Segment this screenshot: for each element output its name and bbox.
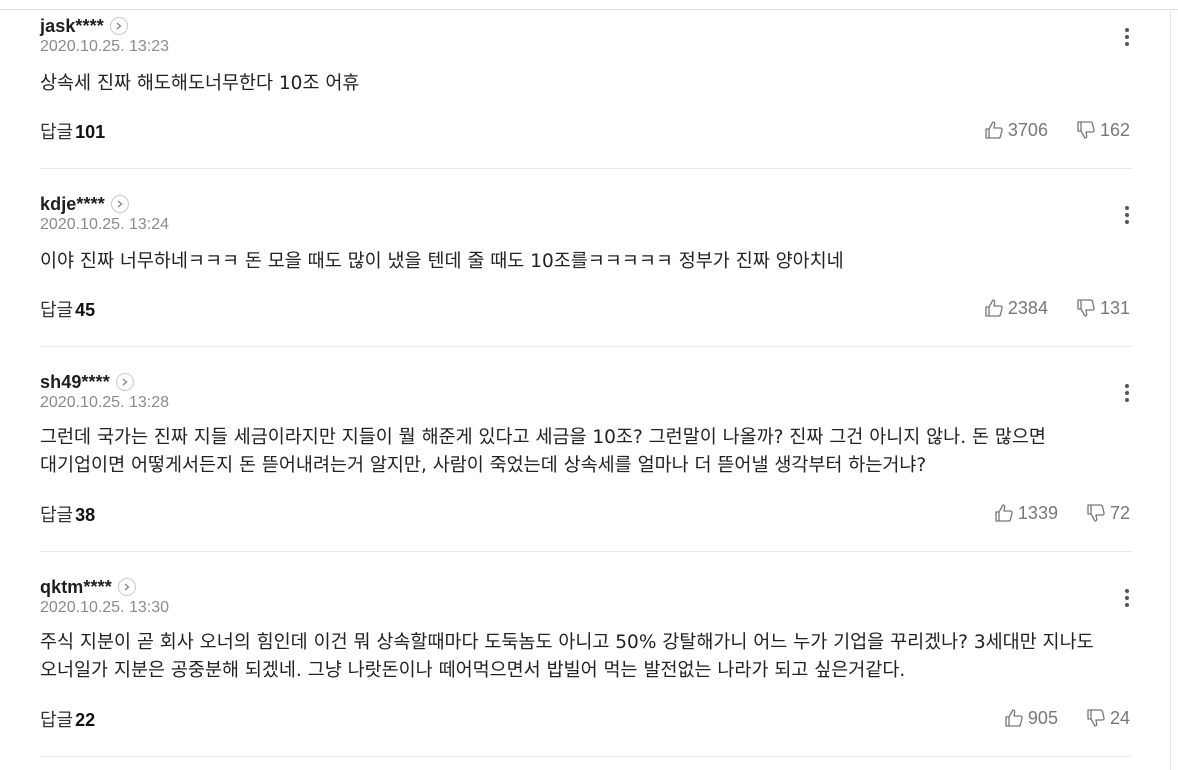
comment-divider	[40, 551, 1132, 552]
reply-button[interactable]: 답글 22	[40, 706, 96, 731]
dislike-count: 162	[1099, 119, 1130, 140]
like-count: 2384	[1007, 297, 1048, 318]
comment-text: 상속세 진짜 해도해도너무한다 10조 어휴	[40, 73, 360, 94]
like-button[interactable]: 3706	[984, 120, 1048, 141]
comment-username[interactable]: sh49****	[40, 372, 110, 393]
comment-header: qktm****	[40, 575, 136, 599]
comment-username[interactable]: kdje****	[40, 194, 105, 215]
reply-label: 답글	[40, 122, 74, 143]
vote-group: 2384 131	[984, 296, 1130, 320]
dislike-button[interactable]: 131	[1076, 298, 1130, 319]
comment-item: sh49**** 2020.10.25. 13:28 그런데 국가는 진짜 지들…	[40, 370, 1132, 550]
comment-date: 2020.10.25. 13:28	[40, 394, 170, 411]
comment-date: 2020.10.25. 13:23	[40, 38, 170, 55]
reply-count: 101	[75, 122, 106, 142]
vote-group: 1339 72	[994, 501, 1130, 525]
like-button[interactable]: 1339	[994, 503, 1058, 524]
dislike-count: 131	[1099, 297, 1130, 318]
thumbs-down-icon	[1077, 121, 1095, 139]
more-options-icon[interactable]	[1120, 28, 1134, 50]
vote-group: 905 24	[1004, 706, 1130, 730]
comment-divider	[40, 756, 1132, 757]
comment-text: 이야 진짜 너무하네ㅋㅋㅋ 돈 모을 때도 많이 냈을 텐데 줄 때도 10조를…	[40, 251, 844, 272]
reply-button[interactable]: 답글 38	[40, 501, 96, 526]
reply-count: 38	[75, 505, 96, 525]
profile-arrow-icon[interactable]	[117, 578, 136, 596]
comment-text: 주식 지분이 곧 회사 오너의 힘인데 이건 뭐 상속할때마다 도둑놈도 아니고…	[40, 632, 1100, 681]
reply-label: 답글	[40, 710, 74, 731]
comment-item: qktm**** 2020.10.25. 13:30 주식 지분이 곧 회사 오…	[40, 575, 1132, 755]
comment-header: kdje****	[40, 192, 129, 216]
scrollbar-track[interactable]	[1170, 10, 1171, 770]
comment-date: 2020.10.25. 13:30	[40, 599, 170, 616]
comment-date: 2020.10.25. 13:24	[40, 216, 170, 233]
top-border	[0, 9, 1178, 10]
comment-item: jask**** 2020.10.25. 13:23 상속세 진짜 해도해도너무…	[40, 14, 1132, 174]
dislike-button[interactable]: 24	[1086, 708, 1130, 729]
comment-divider	[40, 168, 1132, 169]
comment-username[interactable]: jask****	[40, 16, 104, 37]
thumbs-up-icon	[985, 121, 1003, 139]
reply-button[interactable]: 답글 101	[40, 118, 106, 143]
comment-divider	[40, 346, 1132, 347]
comment-header: sh49****	[40, 370, 134, 394]
reply-label: 답글	[40, 505, 74, 526]
thumbs-up-icon	[1005, 709, 1023, 727]
more-options-icon[interactable]	[1120, 206, 1134, 228]
dislike-button[interactable]: 162	[1076, 120, 1130, 141]
thumbs-down-icon	[1087, 709, 1105, 727]
more-options-icon[interactable]	[1120, 589, 1134, 611]
thumbs-down-icon	[1087, 504, 1105, 522]
dislike-count: 24	[1109, 707, 1130, 728]
profile-arrow-icon[interactable]	[109, 17, 128, 35]
reply-label: 답글	[40, 300, 74, 321]
comment-item: kdje**** 2020.10.25. 13:24 이야 진짜 너무하네ㅋㅋㅋ…	[40, 192, 1132, 352]
like-count: 3706	[1007, 119, 1048, 140]
like-button[interactable]: 2384	[984, 298, 1048, 319]
more-options-icon[interactable]	[1120, 384, 1134, 406]
thumbs-up-icon	[995, 504, 1013, 522]
comment-username[interactable]: qktm****	[40, 577, 112, 598]
profile-arrow-icon[interactable]	[115, 373, 134, 391]
comment-header: jask****	[40, 14, 128, 38]
reply-count: 45	[75, 300, 96, 320]
comment-text: 그런데 국가는 진짜 지들 세금이라지만 지들이 뭘 해준게 있다고 세금을 1…	[40, 427, 1052, 476]
profile-arrow-icon[interactable]	[110, 195, 129, 213]
thumbs-up-icon	[985, 299, 1003, 317]
vote-group: 3706 162	[984, 118, 1130, 142]
like-button[interactable]: 905	[1004, 708, 1058, 729]
like-count: 1339	[1017, 502, 1058, 523]
reply-button[interactable]: 답글 45	[40, 296, 96, 321]
thumbs-down-icon	[1077, 299, 1095, 317]
reply-count: 22	[75, 710, 96, 730]
dislike-count: 72	[1109, 502, 1130, 523]
like-count: 905	[1027, 707, 1058, 728]
dislike-button[interactable]: 72	[1086, 503, 1130, 524]
